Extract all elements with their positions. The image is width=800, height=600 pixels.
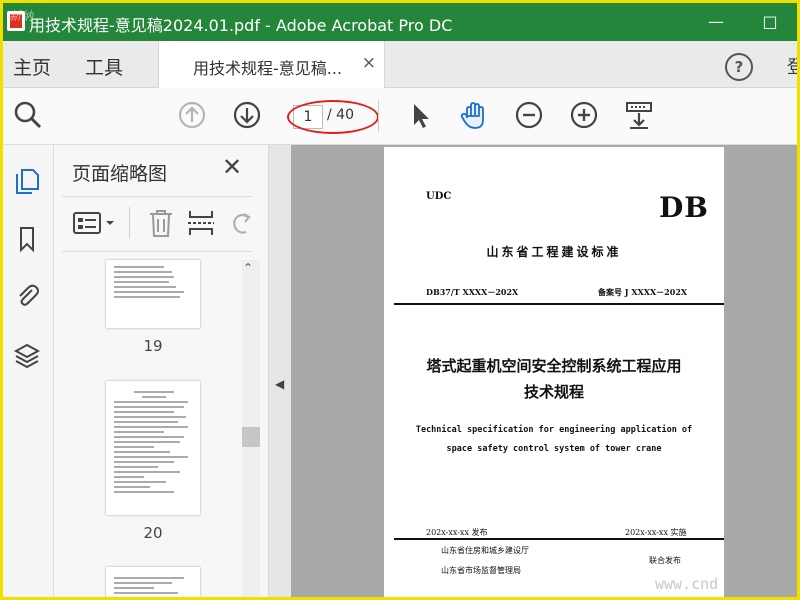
footer-rule (394, 538, 724, 540)
annotation-oval (287, 100, 379, 134)
title-en-line1: Technical specification for engineering … (415, 425, 693, 435)
select-arrow-icon[interactable] (403, 98, 437, 132)
page-thumbnails-icon[interactable] (13, 167, 41, 195)
maximize-button[interactable]: □ (747, 3, 793, 41)
page-thumbnails-panel: 页面缩略图 ✕ 19 20 ⌃ (54, 145, 269, 597)
tab-bar: 主页 工具 用技术规程-意见稿... × ? 登 (3, 41, 797, 88)
search-icon[interactable] (11, 98, 45, 132)
thumbnail-options-icon[interactable] (72, 209, 118, 237)
tab-home[interactable]: 主页 (13, 53, 51, 80)
thumbnail-page[interactable] (106, 567, 200, 597)
title-cn-line2: 技术规程 (523, 383, 584, 401)
thumbnail-page[interactable] (106, 260, 200, 328)
standard-code: DB37/T XXXX－202X (426, 287, 519, 297)
previous-page-icon[interactable] (175, 98, 209, 132)
panel-divider-2 (62, 251, 252, 252)
toolbar: 1 / 40 (3, 88, 797, 145)
document-tab[interactable]: 用技术规程-意见稿... × (158, 41, 385, 88)
issuing-org-2: 山东省市场监督管理局 (441, 566, 521, 575)
toolbar-divider (378, 100, 379, 132)
joint-issue-label: 联合发布 (649, 556, 681, 565)
next-page-icon[interactable] (230, 98, 264, 132)
thumbnail-page[interactable] (106, 381, 200, 515)
watermark-bottom-right: www.cnd (651, 575, 723, 593)
close-tab-icon[interactable]: × (362, 53, 376, 73)
issue-date: 202x-xx-xx 发布 (426, 528, 488, 537)
document-viewer[interactable]: ◀ UDC DB 山东省工程建设标准 DB37/T XXXX－202X 备案号 … (269, 145, 797, 597)
scrollbar-thumb[interactable] (242, 427, 260, 447)
acrobat-window: 新纳 用技术规程-意见稿2024.01.pdf - Adobe Acrobat … (3, 3, 797, 597)
thumbnail-page-number: 20 (143, 524, 163, 542)
panel-divider (62, 196, 252, 197)
scroll-mode-icon[interactable] (622, 98, 656, 132)
extract-page-icon[interactable] (186, 207, 216, 239)
pdf-page: UDC DB 山东省工程建设标准 DB37/T XXXX－202X 备案号 J … (384, 147, 724, 597)
attachment-icon[interactable] (13, 281, 41, 309)
db-label: DB (659, 191, 709, 224)
standard-org: 山东省工程建设标准 (486, 245, 622, 259)
document-tab-label: 用技术规程-意见稿... (193, 59, 343, 78)
filing-number: 备案号 J XXXX－202X (598, 287, 688, 297)
collapse-panel-button[interactable]: ◀ (269, 145, 291, 597)
bookmark-icon[interactable] (13, 225, 41, 253)
scroll-up-icon[interactable]: ⌃ (243, 261, 253, 275)
chevron-left-icon: ◀ (275, 377, 285, 391)
panel-title: 页面缩略图 (72, 163, 168, 185)
issuing-org-1: 山东省住房和城乡建设厅 (441, 546, 529, 555)
udc-label: UDC (426, 191, 452, 202)
title-en-line2: space safety control system of tower cra… (446, 444, 662, 454)
close-panel-icon[interactable]: ✕ (222, 153, 242, 181)
implement-date: 202x-xx-xx 实施 (625, 528, 687, 537)
minimize-button[interactable]: — (693, 3, 739, 41)
panel-toolbar-divider (129, 207, 130, 239)
navigation-rail (3, 145, 54, 597)
sign-in-button[interactable]: 登 (787, 53, 797, 79)
title-cn-line1: 塔式起重机空间安全控制系统工程应用 (426, 357, 682, 375)
zoom-in-icon[interactable] (567, 98, 601, 132)
window-title: 用技术规程-意见稿2024.01.pdf - Adobe Acrobat Pro… (29, 16, 453, 35)
tab-tools[interactable]: 工具 (85, 53, 123, 80)
delete-page-icon[interactable] (146, 207, 176, 239)
rotate-page-icon[interactable] (228, 207, 254, 239)
hand-tool-icon[interactable] (457, 98, 491, 132)
thumbnail-page-number: 19 (143, 337, 163, 355)
header-rule (394, 303, 724, 305)
layers-icon[interactable] (13, 341, 41, 369)
title-bar: 新纳 用技术规程-意见稿2024.01.pdf - Adobe Acrobat … (3, 3, 797, 41)
help-icon[interactable]: ? (725, 53, 753, 81)
zoom-out-icon[interactable] (512, 98, 546, 132)
